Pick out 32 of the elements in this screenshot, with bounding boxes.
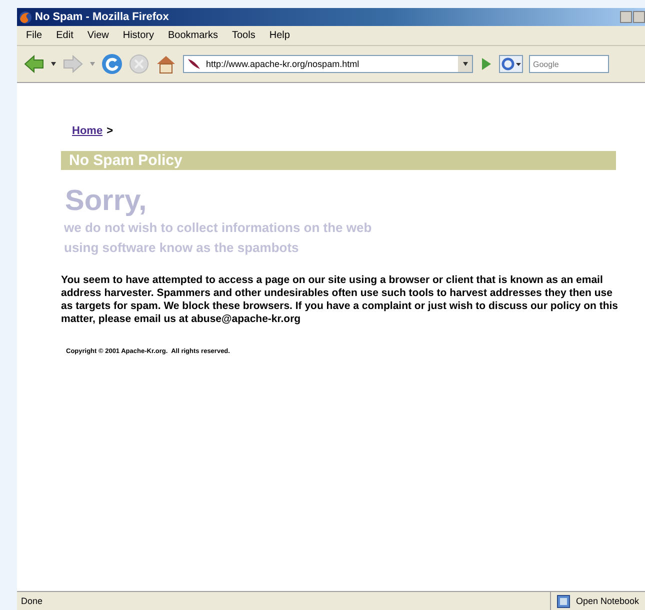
maximize-button[interactable] xyxy=(633,11,645,23)
home-icon[interactable] xyxy=(155,54,177,74)
menu-item[interactable]: Help xyxy=(264,29,295,42)
dropdown-icon[interactable] xyxy=(51,62,56,66)
message-paragraph: You seem to have attempted to access a page on our site using a browser or client that is known as an email address harvester. Spammers and other undesirables often use such tools to harvest addresses they then use as targets for spam. We block these browsers. If you have a complaint or just wish to discuss our policy on this matter, please email us at abuse@apache-kr.org xyxy=(61,274,620,326)
menu-item[interactable]: Bookmarks xyxy=(162,29,223,42)
menu-item[interactable]: View xyxy=(82,29,114,42)
notebook-icon[interactable] xyxy=(556,594,570,608)
address-field[interactable]: http://www.apache-kr.org/nospam.html xyxy=(183,55,473,73)
breadcrumb-separator: > xyxy=(106,125,113,137)
page-title: Sorry, xyxy=(64,186,148,218)
search-field[interactable]: Google xyxy=(529,55,609,73)
search-engine-icon[interactable] xyxy=(499,55,523,73)
back-icon[interactable] xyxy=(23,54,45,74)
home-link[interactable]: Home xyxy=(72,125,103,137)
menu-item[interactable]: Edit xyxy=(51,29,78,42)
menu-item[interactable]: History xyxy=(118,29,159,42)
status-text: Done xyxy=(20,596,44,606)
firefox-logo-icon xyxy=(19,10,32,24)
minimize-button[interactable] xyxy=(620,11,632,23)
menu-item[interactable]: Tools xyxy=(227,29,260,42)
subtitle-line: we do not wish to collect informations on the web xyxy=(63,218,373,237)
notebook-button[interactable]: Open Notebook xyxy=(576,596,639,606)
menu-item[interactable]: File xyxy=(21,29,48,42)
dropdown-icon[interactable] xyxy=(462,62,468,66)
go-icon[interactable] xyxy=(479,57,493,71)
url-text: http://www.apache-kr.org/nospam.html xyxy=(206,59,360,69)
reload-icon[interactable] xyxy=(101,53,123,75)
feather-icon xyxy=(187,58,201,70)
section-heading: No Spam Policy xyxy=(61,151,616,170)
subtitle-line: using software know as the spambots xyxy=(63,238,300,257)
window-title: No Spam - Mozilla Firefox xyxy=(35,11,170,23)
